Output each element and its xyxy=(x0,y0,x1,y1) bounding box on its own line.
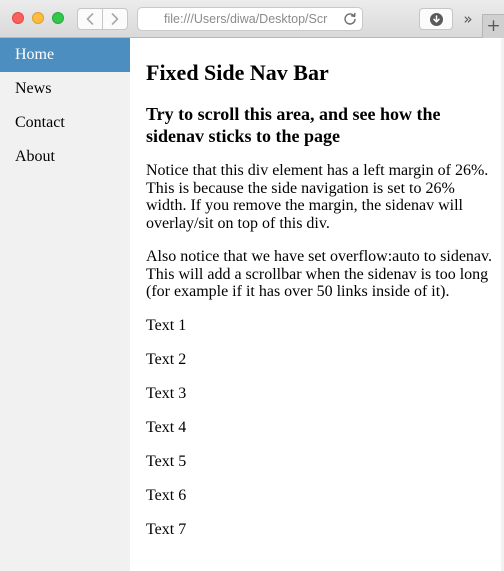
forward-button[interactable] xyxy=(102,9,127,29)
minimize-window-button[interactable] xyxy=(32,12,44,24)
back-button[interactable] xyxy=(78,9,102,29)
page-subtitle: Try to scroll this area, and see how the… xyxy=(146,104,441,146)
maximize-window-button[interactable] xyxy=(52,12,64,24)
sidenav-item-news[interactable]: News xyxy=(0,72,130,106)
toolbar-overflow-icon[interactable]: » xyxy=(458,9,478,29)
text-item-1: Text 1 xyxy=(146,316,187,334)
address-text[interactable]: file:///Users/diwa/Desktop/Scr xyxy=(164,12,338,26)
sidenav: Home News Contact About xyxy=(0,38,130,571)
download-icon xyxy=(429,12,443,26)
chevron-right-icon xyxy=(111,13,119,25)
address-bar[interactable]: file:///Users/diwa/Desktop/Scr xyxy=(137,7,363,31)
page-title: Fixed Side Nav Bar xyxy=(146,60,329,85)
close-window-button[interactable] xyxy=(12,12,24,24)
paragraph-overflow-note: Also notice that we have set overflow:au… xyxy=(146,248,492,300)
text-item-3: Text 3 xyxy=(146,384,187,402)
text-item-6: Text 6 xyxy=(146,486,187,504)
text-item-2: Text 2 xyxy=(146,350,187,368)
chevron-left-icon xyxy=(86,13,94,25)
text-item-5: Text 5 xyxy=(146,452,187,470)
history-nav-group xyxy=(77,8,128,30)
text-item-7: Text 7 xyxy=(146,520,187,538)
downloads-button[interactable] xyxy=(419,8,453,30)
sidenav-item-contact[interactable]: Contact xyxy=(0,106,130,140)
paragraph-margin-note: Notice that this div element has a left … xyxy=(146,162,489,232)
text-item-4: Text 4 xyxy=(146,418,187,436)
reload-icon[interactable] xyxy=(343,12,357,26)
main-content: Fixed Side Nav Bar Try to scroll this ar… xyxy=(146,38,498,539)
sidenav-item-home[interactable]: Home xyxy=(0,38,130,72)
browser-window: file:///Users/diwa/Desktop/Scr » + Home … xyxy=(0,0,504,571)
sidenav-item-about[interactable]: About xyxy=(0,140,130,174)
new-tab-button[interactable]: + xyxy=(482,14,504,38)
browser-toolbar: file:///Users/diwa/Desktop/Scr » + xyxy=(0,0,504,38)
